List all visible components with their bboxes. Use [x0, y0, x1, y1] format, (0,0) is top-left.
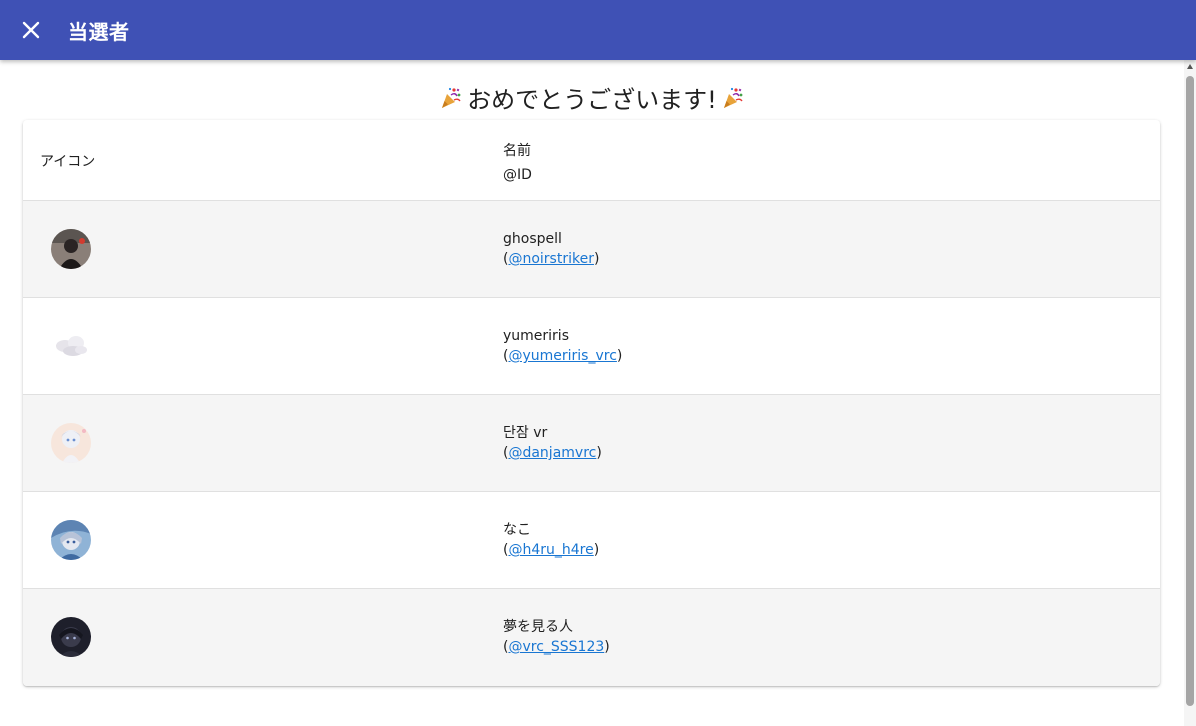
- scrollbar-thumb[interactable]: [1186, 76, 1194, 706]
- header-name-label: 名前: [503, 143, 531, 159]
- table-header: アイコン 名前 @ID: [23, 120, 1160, 201]
- winner-handle-line: (@h4ru_h4re): [503, 542, 600, 558]
- winner-name: なこ: [503, 522, 531, 538]
- winner-name: 단잠 vr: [503, 425, 548, 441]
- avatar: [51, 423, 91, 463]
- winner-handle-line: (@yumeriris_vrc): [503, 348, 623, 364]
- winner-info: yumeriris (@yumeriris_vrc): [503, 326, 622, 366]
- header-name-column: 名前 @ID: [503, 139, 532, 187]
- table-row: yumeriris (@yumeriris_vrc): [23, 298, 1160, 395]
- avatar: [51, 326, 91, 366]
- header-icon-column: アイコン: [40, 154, 96, 170]
- avatar: [51, 520, 91, 560]
- party-popper-icon: [723, 87, 743, 108]
- close-button[interactable]: [11, 10, 51, 50]
- winners-table: アイコン 名前 @ID ghospell (@noirstriker) yume…: [23, 120, 1160, 686]
- winner-handle-link[interactable]: @noirstriker: [508, 251, 594, 267]
- winner-handle-link[interactable]: @yumeriris_vrc: [508, 348, 616, 364]
- scroll-up-arrow-icon[interactable]: [1187, 64, 1193, 69]
- winner-info: ghospell (@noirstriker): [503, 229, 599, 269]
- table-row: 夢を見る人 (@vrc_SSS123): [23, 589, 1160, 686]
- winner-handle-link[interactable]: @danjamvrc: [508, 445, 596, 461]
- scrollbar[interactable]: [1184, 60, 1196, 726]
- winner-info: 단잠 vr (@danjamvrc): [503, 423, 602, 463]
- winner-name: 夢を見る人: [503, 619, 573, 635]
- header-id-label: @ID: [503, 167, 532, 183]
- avatar: [51, 229, 91, 269]
- winner-info: なこ (@h4ru_h4re): [503, 520, 599, 560]
- app-bar: 当選者: [0, 0, 1196, 60]
- page-title: 当選者: [68, 19, 130, 44]
- winner-name: ghospell: [503, 231, 562, 247]
- winner-handle-link[interactable]: @vrc_SSS123: [508, 639, 604, 655]
- winner-handle-line: (@noirstriker): [503, 251, 600, 267]
- party-popper-icon: [442, 87, 461, 108]
- congrats-heading: おめでとうございます!: [0, 80, 1184, 115]
- winner-name: yumeriris: [503, 328, 569, 344]
- winner-info: 夢を見る人 (@vrc_SSS123): [503, 617, 610, 657]
- close-icon: [22, 21, 40, 39]
- table-row: なこ (@h4ru_h4re): [23, 492, 1160, 589]
- winner-handle-line: (@danjamvrc): [503, 445, 602, 461]
- congrats-text: おめでとうございます!: [467, 86, 717, 114]
- winner-handle-link[interactable]: @h4ru_h4re: [508, 542, 593, 558]
- winner-handle-line: (@vrc_SSS123): [503, 639, 610, 655]
- table-row: 단잠 vr (@danjamvrc): [23, 395, 1160, 492]
- table-row: ghospell (@noirstriker): [23, 201, 1160, 298]
- avatar: [51, 617, 91, 657]
